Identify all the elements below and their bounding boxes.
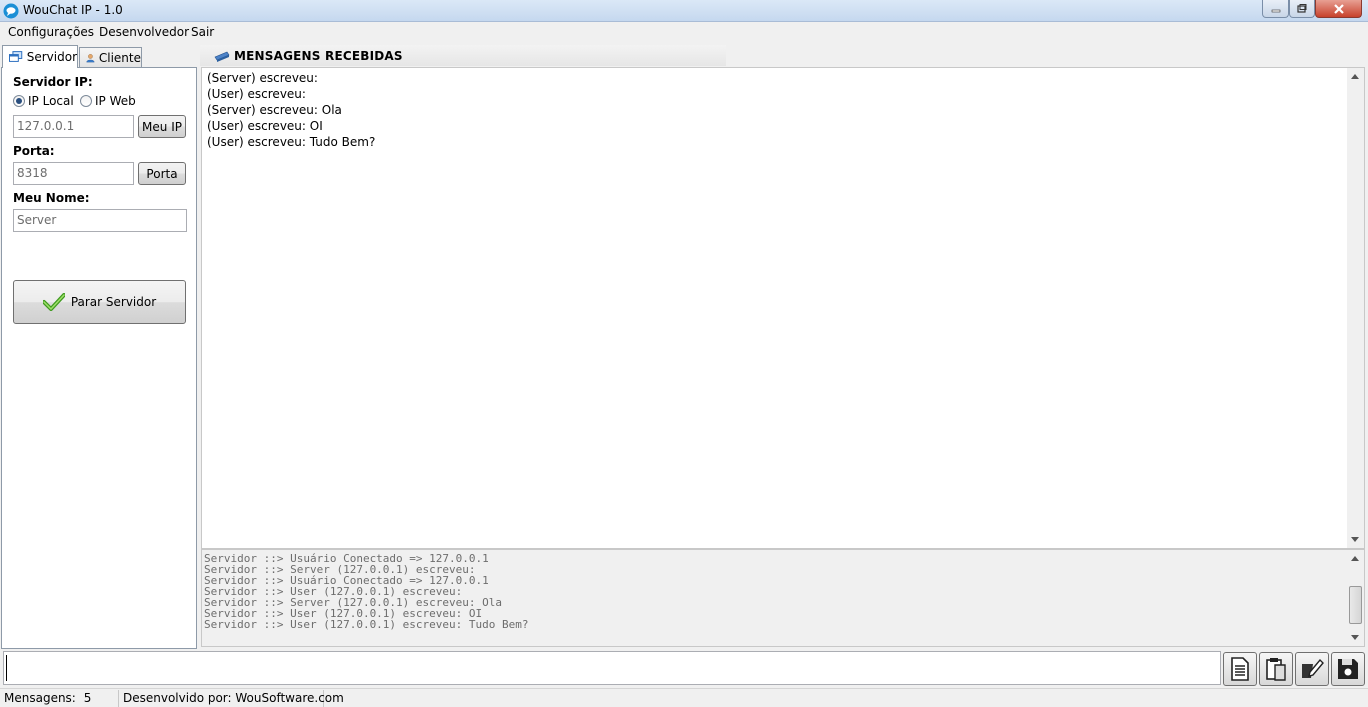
received-messages-area[interactable]: (Server) escreveu: (User) escreveu: (Ser… [201,67,1365,549]
scroll-down-icon[interactable] [1351,537,1359,542]
scroll-down-icon[interactable] [1351,635,1359,640]
text-caret [6,655,7,681]
message-count-panel: Mensagens: 5 [0,690,119,707]
stop-server-button[interactable]: Parar Servidor [13,280,186,324]
radio-ip-local[interactable]: IP Local [13,94,74,108]
save-button[interactable] [1331,652,1365,686]
clipboard-button[interactable] [1259,652,1293,686]
document-button[interactable] [1223,652,1257,686]
window-title: WouChat IP - 1.0 [23,3,123,17]
document-icon [1231,657,1249,681]
radio-ip-web-label: IP Web [95,94,136,108]
my-name-label: Meu Nome: [13,191,90,205]
radio-selected-indicator [13,95,25,107]
my-name-field[interactable]: Server [13,209,187,232]
menu-sair[interactable]: Sair [191,25,214,39]
server-log-area[interactable]: Servidor ::> Usuário Conectado => 127.0.… [201,549,1365,647]
my-ip-button[interactable]: Meu IP [138,115,186,138]
restore-icon [1297,4,1307,13]
ip-address-field[interactable]: 127.0.0.1 [13,115,134,138]
message-line: (User) escreveu: [207,87,306,101]
message-count-label: Mensagens: [4,691,76,705]
connection-panel: Servidor Cliente Servidor IP: IP Local I… [0,43,199,649]
tab-cliente[interactable]: Cliente [79,47,142,68]
port-field[interactable]: 8318 [13,162,134,185]
radio-ip-local-label: IP Local [28,94,74,108]
tab-servidor[interactable]: Servidor [2,45,78,68]
server-ip-label: Servidor IP: [13,75,93,89]
messages-icon [214,51,230,62]
tab-servidor-label: Servidor [26,50,77,64]
save-icon [1338,659,1358,679]
message-line: (Server) escreveu: Ola [207,103,342,117]
message-line: (Server) escreveu: [207,71,318,85]
user-icon [86,54,95,63]
edit-icon [1302,658,1324,678]
log-scrollbar[interactable] [1347,550,1364,646]
developer-credit: Desenvolvido por: WouSoftware.com [119,690,344,707]
checkmark-icon [42,293,65,311]
minimize-icon [1271,9,1280,12]
radio-unselected-indicator [80,95,92,107]
radio-ip-web[interactable]: IP Web [80,94,136,108]
message-line: (User) escreveu: OI [207,119,323,133]
title-bar: WouChat IP - 1.0 [0,0,1368,22]
message-input[interactable] [3,651,1221,685]
menu-configuracoes[interactable]: Configurações [8,25,94,39]
scroll-up-icon[interactable] [1351,556,1359,561]
scroll-up-icon[interactable] [1351,74,1359,79]
tab-cliente-label: Cliente [98,51,141,65]
maximize-button[interactable] [1289,0,1315,18]
port-button[interactable]: Porta [138,162,186,185]
log-scroll-thumb[interactable] [1349,586,1362,624]
edit-button[interactable] [1295,652,1329,686]
messages-header: MENSAGENS RECEBIDAS [200,45,726,66]
menu-bar: Configurações Desenvolvedor Sair [0,22,1368,42]
servidor-tab-content: Servidor IP: IP Local IP Web 127.0.0.1 M… [1,67,197,649]
message-line: (User) escreveu: Tudo Bem? [207,135,376,149]
clipboard-icon [1266,658,1286,681]
log-line: Servidor ::> User (127.0.0.1) escreveu: … [204,618,529,631]
stop-server-label: Parar Servidor [70,295,157,309]
message-count-value: 5 [83,691,92,705]
close-button[interactable] [1315,0,1362,18]
messages-scrollbar[interactable] [1347,68,1364,548]
port-label: Porta: [13,144,55,158]
status-bar: Mensagens: 5 Desenvolvido por: WouSoftwa… [0,688,1368,707]
close-icon [1333,3,1344,14]
menu-desenvolvedor[interactable]: Desenvolvedor [99,25,189,39]
minimize-button[interactable] [1262,0,1289,18]
chat-bubble-icon [3,3,19,19]
windows-icon [9,51,23,62]
messages-header-title: MENSAGENS RECEBIDAS [234,48,403,63]
